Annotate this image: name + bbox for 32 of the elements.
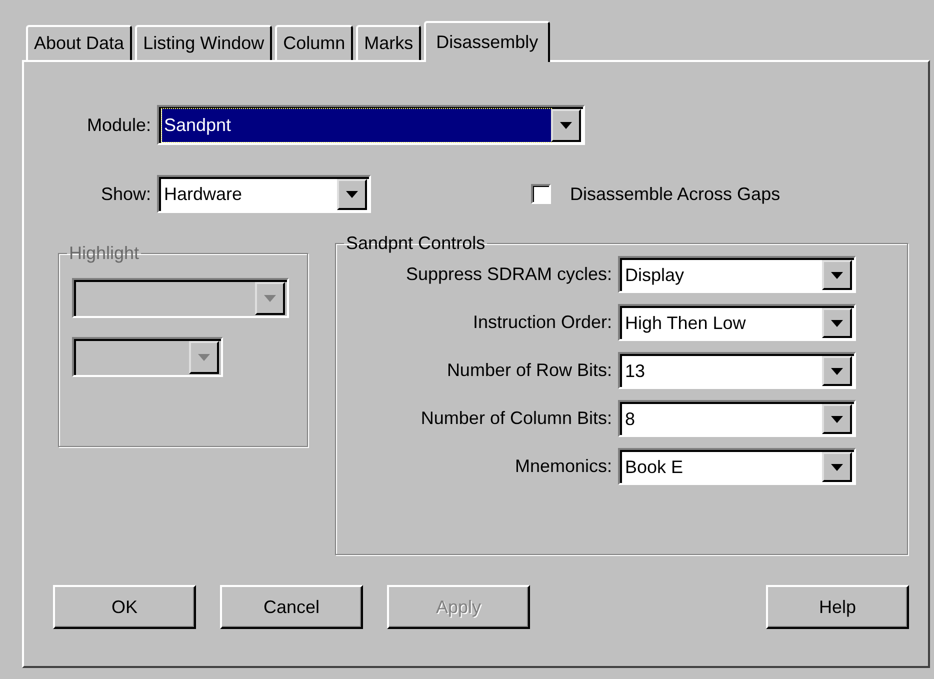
field-label: Suppress SDRAM cycles:	[404, 264, 613, 285]
dialog-button[interactable]: Cancel	[220, 585, 363, 629]
dropdown-arrow-icon[interactable]	[831, 368, 843, 374]
dialog-button[interactable]: Help	[766, 585, 909, 629]
tab[interactable]: Marks	[356, 25, 422, 60]
setting-dropdown[interactable]: Book E	[618, 448, 856, 485]
field-label: Show:	[100, 184, 152, 204]
dropdown-arrow-icon[interactable]	[831, 272, 843, 278]
module-dropdown[interactable]: Sandpnt	[157, 105, 585, 145]
field-label: Number of Row Bits:	[446, 360, 613, 381]
group-title: Sandpnt Controls	[345, 233, 486, 254]
field-label: Mnemonics:	[514, 456, 613, 477]
setting-dropdown[interactable]: 8	[618, 400, 856, 437]
show-dropdown[interactable]: Hardware	[157, 175, 371, 213]
tab[interactable]: About Data	[26, 25, 132, 60]
checkbox[interactable]	[531, 184, 551, 204]
dropdown-arrow-icon[interactable]	[560, 122, 572, 129]
tab[interactable]: Column	[275, 25, 354, 60]
dropdown-arrow-icon[interactable]	[831, 416, 843, 422]
dialog-button[interactable]: OK	[53, 585, 196, 629]
setting-dropdown[interactable]: 13	[618, 352, 856, 389]
tab[interactable]: Disassembly	[424, 21, 550, 62]
field-label: Number of Column Bits:	[420, 408, 613, 429]
setting-dropdown[interactable]: High Then Low	[618, 304, 856, 341]
dropdown-arrow-icon[interactable]	[346, 191, 358, 198]
tab[interactable]: Listing Window	[135, 25, 272, 60]
field-label: Module:	[86, 114, 152, 136]
setting-dropdown[interactable]: Display	[618, 256, 856, 293]
dropdown-arrow-icon[interactable]	[831, 464, 843, 470]
field-label: Instruction Order:	[472, 312, 613, 333]
dropdown-arrow-icon[interactable]	[831, 320, 843, 326]
checkbox-label: Disassemble Across Gaps	[570, 184, 780, 204]
